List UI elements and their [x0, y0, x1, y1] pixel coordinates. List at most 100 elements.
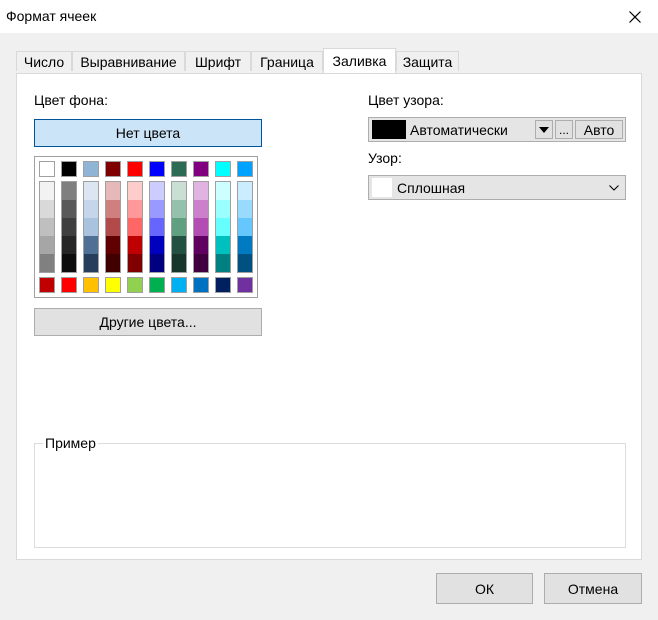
swatch[interactable] [150, 200, 164, 218]
swatch[interactable] [216, 182, 230, 200]
swatch[interactable] [106, 200, 120, 218]
tab-protection[interactable]: Защита [396, 51, 459, 71]
tab-border[interactable]: Граница [251, 51, 323, 71]
swatch[interactable] [106, 236, 120, 254]
auto-button[interactable]: Авто [575, 120, 623, 139]
swatch[interactable] [61, 277, 77, 293]
sample-box [34, 443, 626, 548]
swatch[interactable] [40, 254, 54, 272]
swatch[interactable] [172, 218, 186, 236]
swatch[interactable] [84, 254, 98, 272]
dialog-client: Число Выравнивание Шрифт Граница Заливка… [0, 33, 658, 620]
chevron-down-icon [609, 185, 619, 191]
tab-alignment[interactable]: Выравнивание [72, 51, 185, 71]
tab-fill[interactable]: Заливка [323, 48, 396, 73]
pattern-swatch [372, 178, 392, 197]
swatch[interactable] [238, 200, 252, 218]
swatch[interactable] [84, 218, 98, 236]
swatch[interactable] [172, 200, 186, 218]
shade-column [105, 181, 121, 273]
no-color-button[interactable]: Нет цвета [34, 119, 262, 147]
tab-font[interactable]: Шрифт [185, 51, 251, 71]
swatch[interactable] [172, 236, 186, 254]
swatch[interactable] [172, 254, 186, 272]
swatch[interactable] [84, 236, 98, 254]
fill-panel: Цвет фона: Нет цвета Другие цвета... Цве… [16, 73, 642, 560]
swatch[interactable] [62, 254, 76, 272]
swatch[interactable] [216, 236, 230, 254]
swatch[interactable] [128, 254, 142, 272]
ok-button[interactable]: ОК [436, 573, 533, 604]
swatch[interactable] [62, 182, 76, 200]
swatch[interactable] [193, 277, 209, 293]
swatch[interactable] [150, 218, 164, 236]
title-bar: Формат ячеек [0, 0, 658, 33]
swatch[interactable] [106, 182, 120, 200]
close-icon [629, 10, 641, 23]
swatch[interactable] [216, 254, 230, 272]
swatch[interactable] [40, 218, 54, 236]
swatch[interactable] [215, 277, 231, 293]
swatch[interactable] [40, 236, 54, 254]
swatch[interactable] [194, 218, 208, 236]
swatch[interactable] [84, 200, 98, 218]
swatch[interactable] [149, 277, 165, 293]
swatch[interactable] [238, 254, 252, 272]
swatch[interactable] [62, 236, 76, 254]
swatch[interactable] [194, 236, 208, 254]
swatch[interactable] [216, 200, 230, 218]
swatch[interactable] [127, 161, 143, 177]
swatch[interactable] [105, 277, 121, 293]
swatch[interactable] [127, 277, 143, 293]
swatch[interactable] [39, 161, 55, 177]
close-button[interactable] [612, 0, 658, 33]
swatch[interactable] [194, 254, 208, 272]
swatch[interactable] [62, 200, 76, 218]
swatch[interactable] [39, 277, 55, 293]
cancel-button[interactable]: Отмена [544, 573, 642, 604]
pattern-style-combo[interactable]: Сплошная [368, 175, 626, 200]
swatch[interactable] [193, 161, 209, 177]
swatch[interactable] [237, 277, 253, 293]
more-colors-button[interactable]: Другие цвета... [34, 308, 262, 336]
color-palette [34, 156, 258, 298]
swatch[interactable] [128, 182, 142, 200]
swatch[interactable] [40, 200, 54, 218]
swatch[interactable] [216, 218, 230, 236]
swatch[interactable] [83, 161, 99, 177]
swatch[interactable] [106, 254, 120, 272]
swatch[interactable] [150, 236, 164, 254]
swatch[interactable] [128, 200, 142, 218]
swatch[interactable] [171, 277, 187, 293]
shade-column [149, 181, 165, 273]
pattern-color-dropdown[interactable] [535, 120, 553, 139]
swatch[interactable] [61, 161, 77, 177]
shade-column [61, 181, 77, 273]
tab-number[interactable]: Число [16, 51, 72, 71]
swatch[interactable] [172, 182, 186, 200]
swatch[interactable] [106, 218, 120, 236]
window-title: Формат ячеек [6, 8, 97, 24]
swatch[interactable] [215, 161, 231, 177]
swatch[interactable] [105, 161, 121, 177]
swatch[interactable] [62, 218, 76, 236]
pattern-color-combo[interactable]: Автоматически ... Авто [368, 117, 626, 142]
swatch[interactable] [238, 182, 252, 200]
swatch[interactable] [150, 182, 164, 200]
shade-column [83, 181, 99, 273]
more-pattern-colors-button[interactable]: ... [555, 120, 573, 139]
bg-color-label: Цвет фона: [34, 92, 108, 108]
swatch[interactable] [128, 218, 142, 236]
swatch[interactable] [84, 182, 98, 200]
swatch[interactable] [237, 161, 253, 177]
swatch[interactable] [194, 182, 208, 200]
swatch[interactable] [171, 161, 187, 177]
swatch[interactable] [238, 218, 252, 236]
swatch[interactable] [238, 236, 252, 254]
swatch[interactable] [40, 182, 54, 200]
swatch[interactable] [128, 236, 142, 254]
swatch[interactable] [149, 161, 165, 177]
swatch[interactable] [150, 254, 164, 272]
swatch[interactable] [83, 277, 99, 293]
swatch[interactable] [194, 200, 208, 218]
